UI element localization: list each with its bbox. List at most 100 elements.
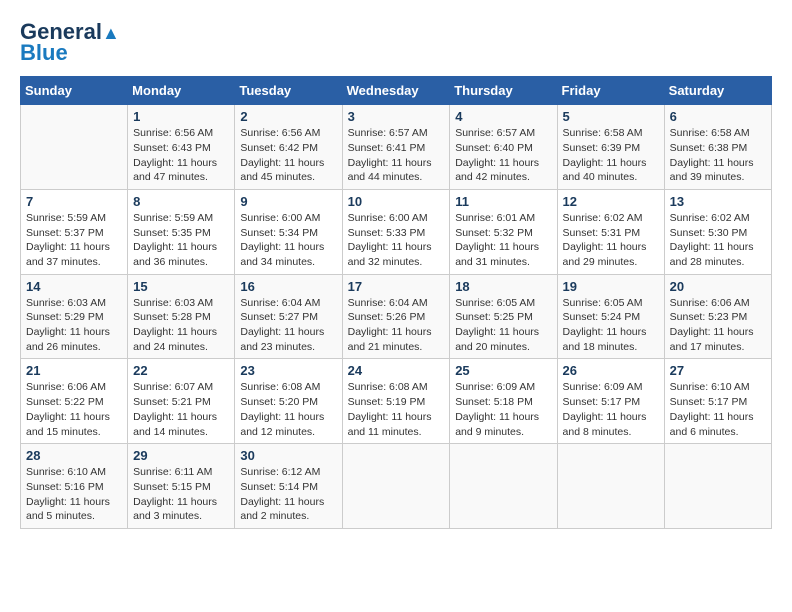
calendar-cell: 20 Sunrise: 6:06 AMSunset: 5:23 PMDayligh… — [664, 274, 771, 359]
day-info: Sunrise: 6:10 AMSunset: 5:16 PMDaylight:… — [26, 465, 122, 524]
calendar-cell: 3 Sunrise: 6:57 AMSunset: 6:41 PMDaylight… — [342, 105, 450, 190]
calendar-cell: 19 Sunrise: 6:05 AMSunset: 5:24 PMDayligh… — [557, 274, 664, 359]
day-info: Sunrise: 6:05 AMSunset: 5:24 PMDaylight:… — [563, 296, 659, 355]
calendar-cell: 25 Sunrise: 6:09 AMSunset: 5:18 PMDayligh… — [450, 359, 557, 444]
day-number: 30 — [240, 448, 336, 463]
calendar-cell: 18 Sunrise: 6:05 AMSunset: 5:25 PMDayligh… — [450, 274, 557, 359]
day-number: 7 — [26, 194, 122, 209]
day-info: Sunrise: 6:01 AMSunset: 5:32 PMDaylight:… — [455, 211, 551, 270]
day-number: 15 — [133, 279, 229, 294]
day-info: Sunrise: 6:06 AMSunset: 5:22 PMDaylight:… — [26, 380, 122, 439]
calendar-week-5: 28 Sunrise: 6:10 AMSunset: 5:16 PMDayligh… — [21, 444, 772, 529]
weekday-header-sunday: Sunday — [21, 77, 128, 105]
calendar-cell: 29Sunrise: 6:11 AMSunset: 5:15 PMDayligh… — [128, 444, 235, 529]
weekday-header-row: SundayMondayTuesdayWednesdayThursdayFrid… — [21, 77, 772, 105]
day-number: 14 — [26, 279, 122, 294]
day-number: 20 — [670, 279, 766, 294]
calendar-cell — [21, 105, 128, 190]
day-info: Sunrise: 6:10 AMSunset: 5:17 PMDaylight:… — [670, 380, 766, 439]
day-number: 17 — [348, 279, 445, 294]
day-info: Sunrise: 6:56 AMSunset: 6:42 PMDaylight:… — [240, 126, 336, 185]
calendar-cell: 21 Sunrise: 6:06 AMSunset: 5:22 PMDayligh… — [21, 359, 128, 444]
day-info: Sunrise: 6:03 AMSunset: 5:28 PMDaylight:… — [133, 296, 229, 355]
day-number: 9 — [240, 194, 336, 209]
day-number: 6 — [670, 109, 766, 124]
day-number: 4 — [455, 109, 551, 124]
day-number: 18 — [455, 279, 551, 294]
calendar-cell — [342, 444, 450, 529]
day-number: 22 — [133, 363, 229, 378]
calendar-cell: 16 Sunrise: 6:04 AMSunset: 5:27 PMDayligh… — [235, 274, 342, 359]
calendar-table: SundayMondayTuesdayWednesdayThursdayFrid… — [20, 76, 772, 529]
day-info: Sunrise: 6:58 AMSunset: 6:39 PMDaylight:… — [563, 126, 659, 185]
day-info: Sunrise: 6:57 AMSunset: 6:41 PMDaylight:… — [348, 126, 445, 185]
day-info: Sunrise: 6:05 AMSunset: 5:25 PMDaylight:… — [455, 296, 551, 355]
day-info: Sunrise: 6:00 AMSunset: 5:34 PMDaylight:… — [240, 211, 336, 270]
day-number: 13 — [670, 194, 766, 209]
day-info: Sunrise: 6:56 AMSunset: 6:43 PMDaylight:… — [133, 126, 229, 185]
calendar-cell: 24 Sunrise: 6:08 AMSunset: 5:19 PMDayligh… — [342, 359, 450, 444]
day-number: 23 — [240, 363, 336, 378]
day-number: 27 — [670, 363, 766, 378]
day-info: Sunrise: 6:58 AMSunset: 6:38 PMDaylight:… — [670, 126, 766, 185]
page-header: General▲ Blue — [20, 20, 772, 66]
day-info: Sunrise: 6:06 AMSunset: 5:23 PMDaylight:… — [670, 296, 766, 355]
day-info: Sunrise: 6:00 AMSunset: 5:33 PMDaylight:… — [348, 211, 445, 270]
calendar-cell: 14 Sunrise: 6:03 AMSunset: 5:29 PMDayligh… — [21, 274, 128, 359]
calendar-cell: 9 Sunrise: 6:00 AMSunset: 5:34 PMDaylight… — [235, 189, 342, 274]
day-info: Sunrise: 6:03 AMSunset: 5:29 PMDaylight:… — [26, 296, 122, 355]
day-info: Sunrise: 6:08 AMSunset: 5:20 PMDaylight:… — [240, 380, 336, 439]
calendar-cell: 30 Sunrise: 6:12 AMSunset: 5:14 PMDayligh… — [235, 444, 342, 529]
calendar-cell: 27 Sunrise: 6:10 AMSunset: 5:17 PMDayligh… — [664, 359, 771, 444]
day-info: Sunrise: 6:57 AMSunset: 6:40 PMDaylight:… — [455, 126, 551, 185]
day-info: Sunrise: 5:59 AMSunset: 5:35 PMDaylight:… — [133, 211, 229, 270]
day-number: 21 — [26, 363, 122, 378]
calendar-cell: 10Sunrise: 6:00 AMSunset: 5:33 PMDayligh… — [342, 189, 450, 274]
calendar-cell: 13 Sunrise: 6:02 AMSunset: 5:30 PMDayligh… — [664, 189, 771, 274]
day-number: 26 — [563, 363, 659, 378]
day-info: Sunrise: 6:09 AMSunset: 5:18 PMDaylight:… — [455, 380, 551, 439]
logo-blue: Blue — [20, 40, 68, 66]
calendar-cell: 7 Sunrise: 5:59 AMSunset: 5:37 PMDaylight… — [21, 189, 128, 274]
calendar-cell: 2 Sunrise: 6:56 AMSunset: 6:42 PMDaylight… — [235, 105, 342, 190]
day-info: Sunrise: 6:12 AMSunset: 5:14 PMDaylight:… — [240, 465, 336, 524]
day-info: Sunrise: 6:02 AMSunset: 5:30 PMDaylight:… — [670, 211, 766, 270]
calendar-cell — [450, 444, 557, 529]
calendar-cell: 17 Sunrise: 6:04 AMSunset: 5:26 PMDayligh… — [342, 274, 450, 359]
day-info: Sunrise: 6:07 AMSunset: 5:21 PMDaylight:… — [133, 380, 229, 439]
day-info: Sunrise: 6:02 AMSunset: 5:31 PMDaylight:… — [563, 211, 659, 270]
day-number: 3 — [348, 109, 445, 124]
day-info: Sunrise: 6:04 AMSunset: 5:27 PMDaylight:… — [240, 296, 336, 355]
day-info: Sunrise: 6:04 AMSunset: 5:26 PMDaylight:… — [348, 296, 445, 355]
day-number: 1 — [133, 109, 229, 124]
calendar-week-3: 14 Sunrise: 6:03 AMSunset: 5:29 PMDayligh… — [21, 274, 772, 359]
day-number: 5 — [563, 109, 659, 124]
calendar-cell: 28 Sunrise: 6:10 AMSunset: 5:16 PMDayligh… — [21, 444, 128, 529]
calendar-header: SundayMondayTuesdayWednesdayThursdayFrid… — [21, 77, 772, 105]
day-info: Sunrise: 6:09 AMSunset: 5:17 PMDaylight:… — [563, 380, 659, 439]
weekday-header-wednesday: Wednesday — [342, 77, 450, 105]
day-number: 25 — [455, 363, 551, 378]
calendar-cell — [664, 444, 771, 529]
calendar-cell — [557, 444, 664, 529]
calendar-week-1: 1 Sunrise: 6:56 AMSunset: 6:43 PMDaylight… — [21, 105, 772, 190]
calendar-cell: 11 Sunrise: 6:01 AMSunset: 5:32 PMDayligh… — [450, 189, 557, 274]
weekday-header-friday: Friday — [557, 77, 664, 105]
calendar-cell: 5 Sunrise: 6:58 AMSunset: 6:39 PMDaylight… — [557, 105, 664, 190]
day-info: Sunrise: 6:08 AMSunset: 5:19 PMDaylight:… — [348, 380, 445, 439]
calendar-cell: 8Sunrise: 5:59 AMSunset: 5:35 PMDaylight… — [128, 189, 235, 274]
day-number: 19 — [563, 279, 659, 294]
weekday-header-tuesday: Tuesday — [235, 77, 342, 105]
day-number: 24 — [348, 363, 445, 378]
day-number: 28 — [26, 448, 122, 463]
day-number: 12 — [563, 194, 659, 209]
calendar-week-2: 7 Sunrise: 5:59 AMSunset: 5:37 PMDaylight… — [21, 189, 772, 274]
day-number: 11 — [455, 194, 551, 209]
calendar-cell: 1 Sunrise: 6:56 AMSunset: 6:43 PMDaylight… — [128, 105, 235, 190]
weekday-header-saturday: Saturday — [664, 77, 771, 105]
day-number: 2 — [240, 109, 336, 124]
day-info: Sunrise: 6:11 AMSunset: 5:15 PMDaylight:… — [133, 465, 229, 524]
weekday-header-monday: Monday — [128, 77, 235, 105]
day-number: 16 — [240, 279, 336, 294]
day-info: Sunrise: 5:59 AMSunset: 5:37 PMDaylight:… — [26, 211, 122, 270]
